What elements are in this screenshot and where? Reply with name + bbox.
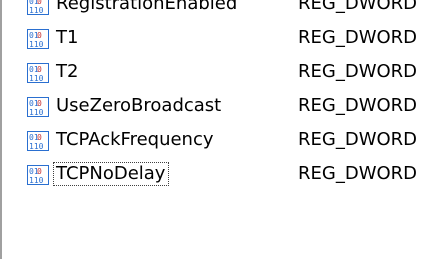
svg-text:110: 110 [29, 6, 44, 15]
reg-dword-icon: 01 0 110 [27, 0, 49, 15]
reg-dword-icon: 01 0 110 [27, 97, 49, 117]
svg-text:0: 0 [37, 99, 42, 108]
registry-value-row-usezerobroadcast[interactable]: 01 0 110 UseZeroBroadcast REG_DWORD [0, 90, 439, 124]
registry-value-type: REG_DWORD [298, 0, 418, 14]
svg-text:110: 110 [29, 108, 44, 117]
registry-value-type: REG_DWORD [298, 27, 418, 48]
registry-value-name: UseZeroBroadcast [56, 95, 222, 116]
svg-text:110: 110 [29, 142, 44, 151]
svg-text:0: 0 [37, 65, 42, 74]
reg-dword-icon: 01 0 110 [27, 165, 49, 185]
registry-value-type: REG_DWORD [298, 163, 418, 184]
svg-text:110: 110 [29, 40, 44, 49]
svg-text:0: 0 [37, 133, 42, 142]
registry-value-name: TCPNoDelay [52, 162, 170, 186]
registry-values-list[interactable]: 01 0 110 RegistrationEnabled REG_DWORD 0… [0, 0, 439, 259]
registry-value-type: REG_DWORD [298, 129, 418, 150]
svg-text:0: 0 [37, 167, 42, 176]
registry-value-name: RegistrationEnabled [56, 0, 238, 14]
registry-value-row-tcpnodelay[interactable]: 01 0 110 TCPNoDelay REG_DWORD [0, 158, 439, 192]
registry-value-name: T1 [56, 27, 79, 48]
svg-text:110: 110 [29, 74, 44, 83]
reg-dword-icon: 01 0 110 [27, 131, 49, 151]
reg-dword-icon: 01 0 110 [27, 29, 49, 49]
registry-value-row-tcpackfrequency[interactable]: 01 0 110 TCPAckFrequency REG_DWORD [0, 124, 439, 158]
registry-value-name: T2 [56, 61, 79, 82]
registry-value-type: REG_DWORD [298, 61, 418, 82]
svg-text:110: 110 [29, 176, 44, 185]
registry-value-row-t1[interactable]: 01 0 110 T1 REG_DWORD [0, 22, 439, 56]
reg-dword-icon: 01 0 110 [27, 63, 49, 83]
registry-value-row-t2[interactable]: 01 0 110 T2 REG_DWORD [0, 56, 439, 90]
svg-text:0: 0 [37, 31, 42, 40]
registry-value-type: REG_DWORD [298, 95, 418, 116]
registry-value-name: TCPAckFrequency [56, 129, 214, 150]
registry-value-row-registrationenabled[interactable]: 01 0 110 RegistrationEnabled REG_DWORD [0, 0, 439, 22]
